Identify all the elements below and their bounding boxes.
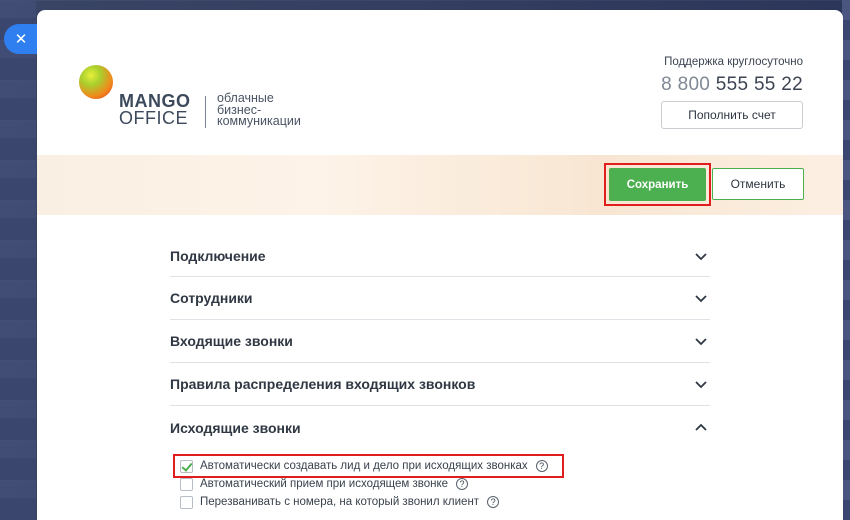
help-icon[interactable]: ?: [487, 496, 500, 508]
support-block: Поддержка круглосуточно 8 800 555 55 22 …: [661, 56, 803, 129]
section-employees[interactable]: Сотрудники: [170, 277, 710, 320]
option-auto-answer-outgoing: Автоматический прием при исходящем звонк…: [170, 475, 730, 493]
option-label: Перезванивать с номера, на который звони…: [200, 496, 480, 508]
phone-prefix: 8 800: [661, 74, 711, 95]
section-title: Входящие звонки: [170, 333, 293, 349]
section-incoming-distribution-rules[interactable]: Правила распределения входящих звонков: [170, 363, 710, 406]
settings-modal: MANGO OFFICE облачные бизнес- коммуникац…: [37, 10, 843, 520]
section-incoming-calls[interactable]: Входящие звонки: [170, 320, 710, 363]
mango-logo-icon: [79, 65, 113, 99]
close-button[interactable]: ✕: [4, 24, 38, 54]
section-title: Исходящие звонки: [170, 419, 301, 436]
chevron-down-icon: [695, 338, 707, 346]
auto-create-lead-checkbox[interactable]: [180, 459, 193, 473]
top-up-button[interactable]: Пополнить счет: [661, 101, 803, 129]
chevron-up-icon: [695, 423, 707, 431]
background-scrollbar: [842, 0, 850, 520]
save-button[interactable]: Сохранить: [609, 168, 706, 201]
phone-number: 555 55 22: [715, 74, 803, 95]
help-icon[interactable]: ?: [535, 460, 548, 472]
logo-wordmark: MANGO OFFICE: [119, 92, 191, 128]
section-title: Правила распределения входящих звонков: [170, 376, 476, 392]
settings-sections: Подключение Сотрудники Входящие звонки П…: [170, 235, 710, 449]
outgoing-options: Автоматически создавать лид и дело при и…: [170, 454, 730, 511]
cancel-button[interactable]: Отменить: [712, 168, 804, 200]
close-icon: ✕: [14, 31, 28, 48]
option-label: Автоматически создавать лид и дело при и…: [200, 460, 528, 472]
option-auto-create-lead: Автоматически создавать лид и дело при и…: [170, 454, 730, 478]
logo-divider: [205, 96, 206, 128]
section-connection[interactable]: Подключение: [170, 235, 710, 277]
chevron-down-icon: [695, 381, 707, 389]
callback-number-checkbox[interactable]: [180, 495, 193, 509]
action-bar: Сохранить Отменить: [37, 155, 843, 215]
help-icon[interactable]: ?: [456, 478, 469, 490]
logo-tagline: облачные бизнес- коммуникации: [217, 92, 367, 128]
tagline-line: коммуникации: [217, 114, 301, 128]
save-button-highlight: Сохранить: [604, 163, 711, 206]
chevron-down-icon: [695, 252, 707, 260]
support-phone[interactable]: 8 800 555 55 22: [661, 74, 803, 96]
modal-header: MANGO OFFICE облачные бизнес- коммуникац…: [37, 10, 843, 155]
section-title: Сотрудники: [170, 290, 253, 306]
option-callback-from-dialed-number: Перезванивать с номера, на который звони…: [170, 493, 730, 511]
section-title: Подключение: [170, 247, 266, 264]
chevron-down-icon: [695, 295, 707, 303]
option-label: Автоматический прием при исходящем звонк…: [200, 478, 449, 490]
auto-answer-checkbox[interactable]: [180, 477, 193, 491]
section-outgoing-calls[interactable]: Исходящие звонки: [170, 406, 710, 449]
support-label: Поддержка круглосуточно: [664, 56, 803, 68]
background-sidebar: [0, 0, 36, 520]
logo-word-office: OFFICE: [119, 108, 188, 128]
